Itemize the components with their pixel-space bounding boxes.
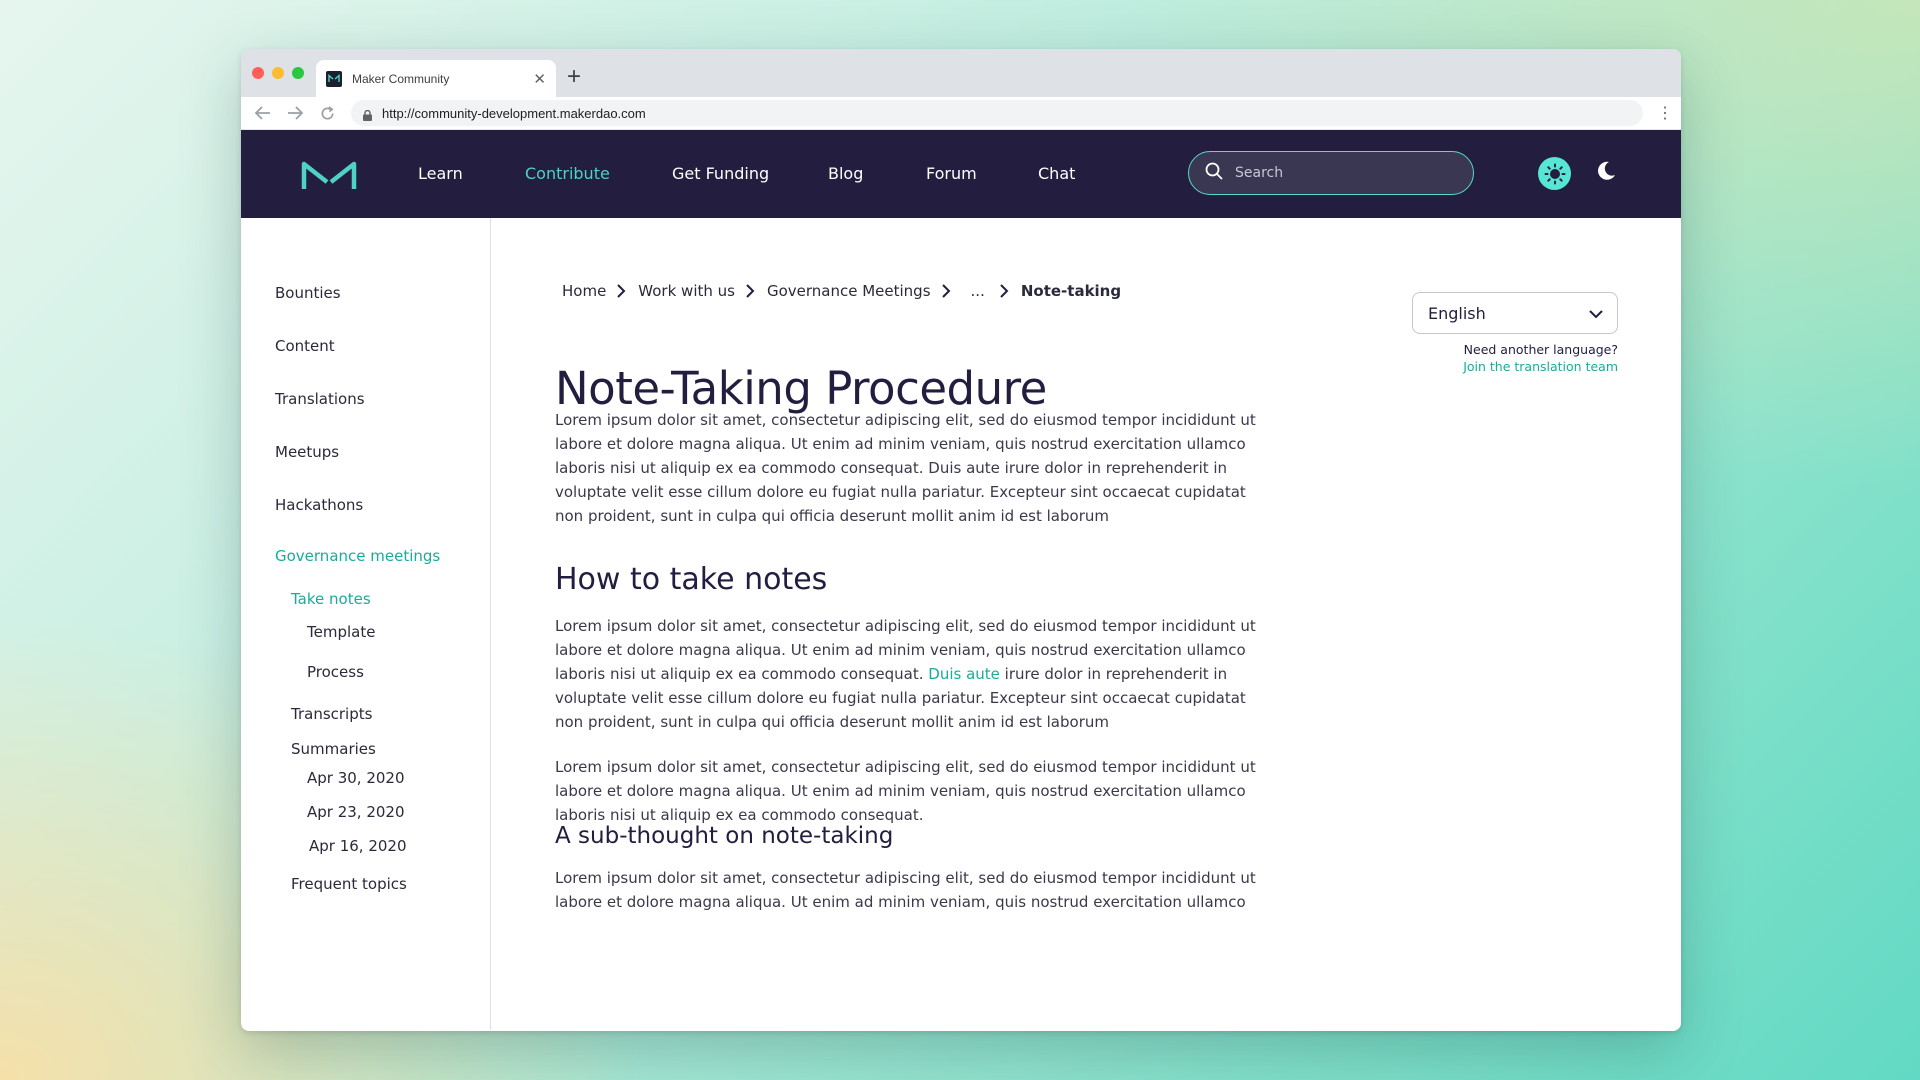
nav-contribute[interactable]: Contribute	[525, 164, 610, 183]
chevron-right-icon	[745, 284, 755, 298]
browser-window: Maker Community ✕ + http://community-dev…	[241, 49, 1681, 1031]
language-selected: English	[1428, 303, 1486, 323]
sidebar-item-apr-16[interactable]: Apr 16, 2020	[309, 837, 407, 855]
maximize-window-button[interactable]	[292, 67, 304, 79]
sidebar-item-frequent-topics[interactable]: Frequent topics	[291, 875, 407, 893]
language-select[interactable]: English	[1412, 292, 1618, 334]
nav-learn[interactable]: Learn	[418, 164, 463, 183]
chevron-right-icon	[941, 284, 951, 298]
subsection-heading: A sub-thought on note-taking	[555, 823, 894, 849]
moon-icon	[1598, 161, 1615, 180]
dark-mode-button[interactable]	[1595, 160, 1619, 184]
intro-paragraph: Lorem ipsum dolor sit amet, consectetur …	[555, 411, 1256, 525]
sidebar-item-translations[interactable]: Translations	[275, 390, 365, 408]
language-help: Need another language? Join the translat…	[1463, 341, 1618, 375]
chevron-right-icon	[616, 284, 626, 298]
sidebar-item-governance-meetings[interactable]: Governance meetings	[275, 547, 440, 565]
sidebar-item-apr-30[interactable]: Apr 30, 2020	[307, 769, 405, 787]
forward-arrow-icon[interactable]	[283, 101, 307, 125]
section-paragraph-2: Lorem ipsum dolor sit amet, consectetur …	[555, 758, 1256, 824]
subsection-paragraph: Lorem ipsum dolor sit amet, consectetur …	[555, 869, 1256, 911]
sidebar-item-hackathons[interactable]: Hackathons	[275, 496, 363, 514]
browser-tabbar: Maker Community ✕ +	[241, 49, 1681, 97]
nav-chat[interactable]: Chat	[1038, 164, 1075, 183]
sidebar-item-apr-23[interactable]: Apr 23, 2020	[307, 803, 405, 821]
tab-title: Maker Community	[352, 71, 450, 86]
window-controls	[252, 67, 304, 79]
site-header: Learn Contribute Get Funding Blog Forum …	[241, 130, 1681, 218]
nav-get-funding[interactable]: Get Funding	[672, 164, 769, 183]
join-translation-team-link[interactable]: Join the translation team	[1463, 359, 1618, 374]
section-heading: How to take notes	[555, 562, 828, 597]
maker-logo-icon[interactable]	[301, 160, 357, 195]
section-paragraph: Lorem ipsum dolor sit amet, consectetur …	[555, 614, 1275, 734]
breadcrumb-home[interactable]: Home	[562, 282, 606, 300]
breadcrumb-current: Note-taking	[1020, 282, 1122, 300]
breadcrumb-work-with-us[interactable]: Work with us	[638, 282, 735, 300]
light-mode-button[interactable]	[1538, 157, 1571, 190]
close-window-button[interactable]	[252, 67, 264, 79]
breadcrumb-governance-meetings[interactable]: Governance Meetings	[767, 282, 931, 300]
duis-aute-link[interactable]: Duis aute	[928, 665, 1000, 683]
chevron-right-icon	[999, 284, 1009, 298]
address-bar[interactable]: http://community-development.makerdao.co…	[351, 100, 1643, 126]
nav-blog[interactable]: Blog	[828, 164, 863, 183]
sidebar-item-template[interactable]: Template	[307, 623, 375, 641]
sidebar-item-process[interactable]: Process	[307, 663, 364, 681]
browser-tab[interactable]: Maker Community ✕	[316, 60, 556, 97]
content-area: Bounties Content Translations Meetups Ha…	[241, 218, 1681, 1030]
lock-icon	[363, 108, 372, 121]
tab-close-icon[interactable]: ✕	[533, 70, 546, 88]
nav-forum[interactable]: Forum	[926, 164, 977, 183]
url-text: http://community-development.makerdao.co…	[382, 105, 646, 121]
breadcrumb: Home Work with us Governance Meetings ..…	[562, 282, 1121, 300]
new-tab-icon[interactable]: +	[567, 63, 581, 91]
chevron-down-icon	[1589, 304, 1603, 323]
browser-menu-icon[interactable]: ⋮	[1657, 105, 1673, 121]
breadcrumb-ellipsis[interactable]: ...	[971, 282, 985, 300]
reload-icon[interactable]	[315, 101, 339, 125]
sidebar: Bounties Content Translations Meetups Ha…	[241, 218, 491, 1030]
search-icon	[1205, 162, 1223, 185]
sidebar-item-bounties[interactable]: Bounties	[275, 284, 341, 302]
minimize-window-button[interactable]	[272, 67, 284, 79]
sun-icon	[1544, 163, 1565, 184]
sidebar-item-transcripts[interactable]: Transcripts	[291, 705, 372, 723]
language-help-question: Need another language?	[1463, 342, 1618, 357]
sidebar-item-meetups[interactable]: Meetups	[275, 443, 339, 461]
search-bar[interactable]	[1188, 151, 1474, 195]
back-arrow-icon[interactable]	[251, 101, 275, 125]
sidebar-item-summaries[interactable]: Summaries	[291, 740, 376, 758]
browser-addressbar: http://community-development.makerdao.co…	[241, 97, 1681, 130]
sidebar-item-content[interactable]: Content	[275, 337, 335, 355]
maker-favicon-icon	[326, 70, 342, 87]
sidebar-item-take-notes[interactable]: Take notes	[291, 590, 371, 608]
main-content: Home Work with us Governance Meetings ..…	[491, 218, 1681, 1030]
search-input[interactable]	[1235, 165, 1455, 181]
